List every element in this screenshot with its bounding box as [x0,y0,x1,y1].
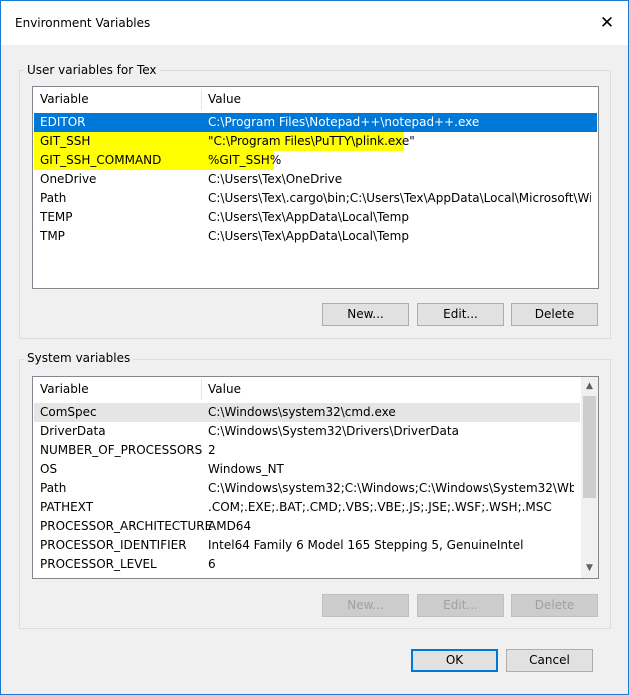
table-row[interactable]: NUMBER_OF_PROCESSORS 2 [34,441,580,460]
title-bar: Environment Variables ✕ [1,1,628,45]
variable-value-cell: 2 [208,443,216,457]
table-row[interactable]: ComSpec C:\Windows\system32\cmd.exe [34,403,580,422]
column-header-variable[interactable]: Variable [34,377,202,402]
table-row[interactable]: OS Windows_NT [34,460,580,479]
edit-label: Edit... [443,598,478,612]
variable-value-cell: C:\Users\Tex\.cargo\bin;C:\Users\Tex\App… [208,191,591,205]
variable-value-cell: C:\Windows\system32\cmd.exe [208,405,396,419]
table-row[interactable]: PROCESSOR_ARCHITECTURE AMD64 [34,517,580,536]
edit-label: Edit... [443,307,478,321]
system-variables-list[interactable]: Variable Value ComSpec C:\Windows\system3… [32,376,599,579]
variable-name-cell: PROCESSOR_IDENTIFIER [40,538,187,552]
variable-value-cell: C:\Windows\System32\Drivers\DriverData [208,424,459,438]
system-list-scrollbar[interactable]: ▲ ▼ [581,377,598,578]
variable-name-cell: GIT_SSH [40,134,91,148]
variable-value-cell: C:\Program Files\Notepad++\notepad++.exe [208,115,480,129]
variable-value-cell: C:\Users\Tex\OneDrive [208,172,343,186]
scroll-up-icon[interactable]: ▲ [581,378,598,395]
user-variables-label: User variables for Tex [24,63,160,77]
variable-name-cell: PATHEXT [40,500,94,514]
variable-value-cell: Windows_NT [208,462,284,476]
table-row[interactable]: TMP C:\Users\Tex\AppData\Local\Temp [34,227,597,246]
new-label: New... [347,307,384,321]
variable-name-cell: EDITOR [40,115,86,129]
column-header-value[interactable]: Value [202,87,592,112]
scroll-thumb[interactable] [583,396,596,498]
system-list-header: Variable Value [33,377,581,403]
table-row[interactable]: PATHEXT .COM;.EXE;.BAT;.CMD;.VBS;.VBE;.JS… [34,498,580,517]
window-title: Environment Variables [15,16,151,30]
delete-label: Delete [534,598,575,612]
ok-button[interactable]: OK [411,649,498,672]
table-row[interactable]: DriverData C:\Windows\System32\Drivers\Dr… [34,422,580,441]
system-new-button[interactable]: New... [322,594,409,617]
variable-name-cell: Path [40,481,67,495]
scroll-down-icon[interactable]: ▼ [581,560,598,577]
table-row[interactable]: TEMP C:\Users\Tex\AppData\Local\Temp [34,208,597,227]
variable-name-cell: Path [40,191,67,205]
table-row[interactable]: PROCESSOR_LEVEL 6 [34,555,580,574]
new-label: New... [347,598,384,612]
system-delete-button[interactable]: Delete [511,594,598,617]
close-icon[interactable]: ✕ [594,10,620,36]
variable-value-cell: 6 [208,557,216,571]
column-header-variable[interactable]: Variable [34,87,202,112]
user-variables-list[interactable]: Variable Value EDITOR C:\Program Files\No… [32,86,599,289]
variable-name-cell: NUMBER_OF_PROCESSORS [40,443,203,457]
variable-value-cell: C:\Windows\system32;C:\Windows;C:\Window… [208,481,574,495]
table-row[interactable]: PROCESSOR_IDENTIFIER Intel64 Family 6 Mod… [34,536,580,555]
variable-value-cell: C:\Users\Tex\AppData\Local\Temp [208,229,409,243]
variable-name-cell: PROCESSOR_LEVEL [40,557,157,571]
column-header-value[interactable]: Value [202,377,572,402]
environment-variables-dialog: Environment Variables ✕ User variables f… [0,0,629,695]
user-delete-button[interactable]: Delete [511,303,598,326]
user-edit-button[interactable]: Edit... [417,303,504,326]
cancel-button[interactable]: Cancel [506,649,593,672]
ok-label: OK [445,653,464,667]
variable-name-cell: OneDrive [40,172,97,186]
table-row[interactable]: OneDrive C:\Users\Tex\OneDrive [34,170,597,189]
variable-value-cell: %GIT_SSH% [208,153,282,167]
variable-value-cell: .COM;.EXE;.BAT;.CMD;.VBS;.VBE;.JS;.JSE;.… [208,500,552,514]
delete-label: Delete [534,307,575,321]
system-variables-label: System variables [24,351,134,365]
variable-name-cell: TMP [40,229,65,243]
variable-name-cell: GIT_SSH_COMMAND [40,153,162,167]
table-row[interactable]: Path C:\Users\Tex\.cargo\bin;C:\Users\Tex… [34,189,597,208]
table-row[interactable]: EDITOR C:\Program Files\Notepad++\notepad… [34,113,597,132]
user-list-header: Variable Value [33,87,598,113]
variable-value-cell: Intel64 Family 6 Model 165 Stepping 5, G… [208,538,524,552]
user-new-button[interactable]: New... [322,303,409,326]
cancel-label: Cancel [529,653,570,667]
variable-value-cell: AMD64 [208,519,252,533]
variable-value-cell: "C:\Program Files\PuTTY\plink.exe" [208,134,415,148]
variable-name-cell: TEMP [40,210,73,224]
table-row[interactable]: Path C:\Windows\system32;C:\Windows;C:\Wi… [34,479,580,498]
system-edit-button[interactable]: Edit... [417,594,504,617]
variable-name-cell: DriverData [40,424,106,438]
table-row[interactable]: GIT_SSH_COMMAND %GIT_SSH% [34,151,597,170]
variable-name-cell: PROCESSOR_ARCHITECTURE [40,519,213,533]
variable-value-cell: C:\Users\Tex\AppData\Local\Temp [208,210,409,224]
variable-name-cell: OS [40,462,58,476]
variable-name-cell: ComSpec [40,405,97,419]
table-row[interactable]: GIT_SSH "C:\Program Files\PuTTY\plink.exe… [34,132,597,151]
